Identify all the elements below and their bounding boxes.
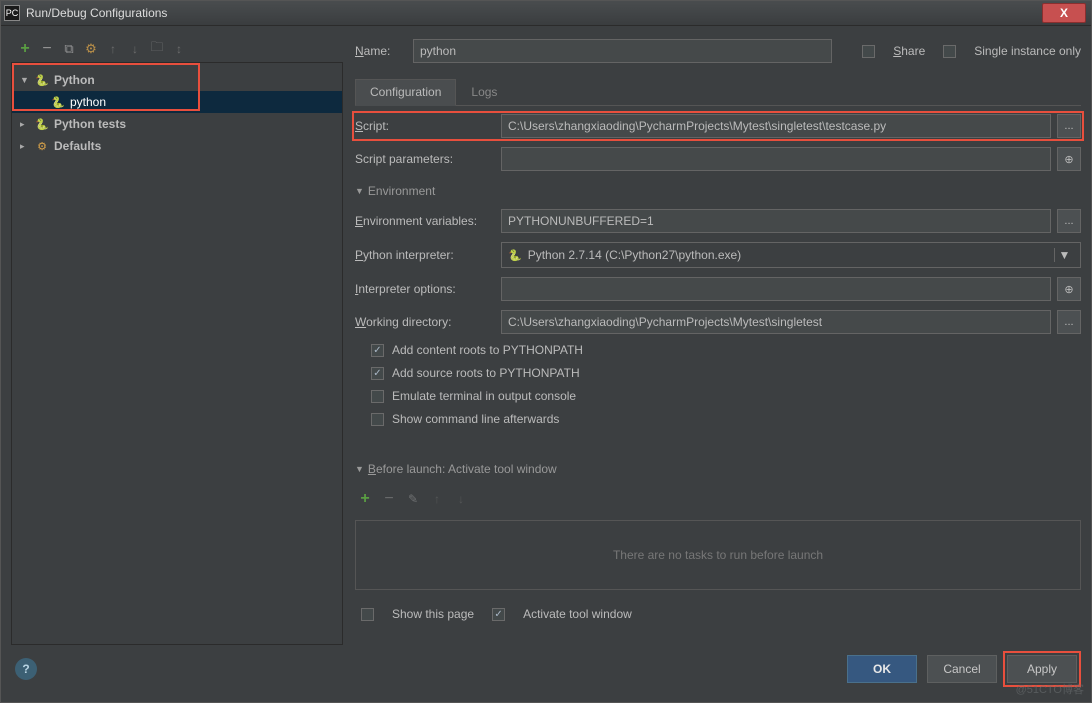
single-instance-checkbox[interactable] [943,45,956,58]
expand-button[interactable]: ⊕ [1057,147,1081,171]
expand-icon[interactable]: ▸ [20,141,30,152]
empty-tasks-text: There are no tasks to run before launch [613,548,823,562]
collapse-icon: ▼ [355,186,364,196]
gear-icon: ⚙ [34,140,50,153]
config-tree[interactable]: ▼ 🐍 Python 🐍 python ▸ 🐍 Python tests ▸ ⚙… [11,62,343,645]
interpreter-value: Python 2.7.14 (C:\Python27\python.exe) [528,248,741,262]
browse-button[interactable]: ... [1057,310,1081,334]
show-cmdline-checkbox[interactable] [371,413,384,426]
activate-tool-window-checkbox[interactable] [492,608,505,621]
add-icon[interactable]: + [17,41,33,57]
interpreter-dropdown[interactable]: 🐍 Python 2.7.14 (C:\Python27\python.exe)… [501,242,1081,268]
task-up-icon: ↑ [429,491,445,507]
expand-icon[interactable]: ▸ [20,119,30,130]
tree-label: Defaults [54,139,101,153]
expand-button[interactable]: ⊕ [1057,277,1081,301]
working-dir-input[interactable]: C:\Users\zhangxiaoding\PycharmProjects\M… [501,310,1051,334]
share-label: Share [893,44,925,58]
copy-icon[interactable]: ⧉ [61,41,77,57]
emulate-terminal-label: Emulate terminal in output console [392,389,576,403]
working-dir-label: Working directory: [355,315,495,329]
tab-bar: Configuration Logs [355,78,1081,106]
tab-configuration[interactable]: Configuration [355,79,456,106]
ok-button[interactable]: OK [847,655,917,683]
edit-task-icon: ✎ [405,491,421,507]
single-instance-label: Single instance only [974,44,1081,58]
interpreter-label: Python interpreter: [355,248,495,262]
before-launch-header[interactable]: ▼ Before launch: Activate tool window [355,458,1081,478]
remove-icon[interactable]: − [39,41,55,57]
move-up-icon[interactable]: ↑ [105,41,121,57]
remove-task-icon: − [381,491,397,507]
show-this-page-checkbox[interactable] [361,608,374,621]
emulate-terminal-checkbox[interactable] [371,390,384,403]
chevron-down-icon: ▼ [1054,248,1074,262]
config-toolbar: + − ⧉ ⚙ ↑ ↓ 🗀 ↕ [11,36,343,62]
python-icon: 🐍 [508,249,522,262]
settings-icon[interactable]: ⚙ [83,41,99,57]
source-roots-label: Add source roots to PYTHONPATH [392,366,580,380]
script-label: Script: [355,119,495,133]
tree-item-defaults[interactable]: ▸ ⚙ Defaults [12,135,342,157]
name-input[interactable] [413,39,832,63]
env-vars-label: Environment variables: [355,214,495,228]
script-params-label: Script parameters: [355,152,495,166]
before-launch-list[interactable]: There are no tasks to run before launch [355,520,1081,590]
name-label: Name: [355,44,403,58]
collapse-icon: ▼ [355,464,364,474]
activate-tool-window-label: Activate tool window [523,607,632,621]
environment-section-header[interactable]: ▼ Environment [355,180,1081,200]
help-button[interactable]: ? [15,658,37,680]
collapse-icon[interactable]: ↕ [171,41,187,57]
show-cmdline-label: Show command line afterwards [392,412,559,426]
script-params-input[interactable] [501,147,1051,171]
content-roots-checkbox[interactable] [371,344,384,357]
add-task-icon[interactable]: + [357,491,373,507]
env-vars-input[interactable]: PYTHONUNBUFFERED=1 [501,209,1051,233]
tree-item-python-tests[interactable]: ▸ 🐍 Python tests [12,113,342,135]
content-roots-label: Add content roots to PYTHONPATH [392,343,583,357]
move-down-icon[interactable]: ↓ [127,41,143,57]
tab-logs[interactable]: Logs [456,79,512,106]
source-roots-checkbox[interactable] [371,367,384,380]
browse-button[interactable]: ... [1057,209,1081,233]
share-checkbox[interactable] [862,45,875,58]
cancel-button[interactable]: Cancel [927,655,997,683]
script-input[interactable]: C:\Users\zhangxiaoding\PycharmProjects\M… [501,114,1051,138]
interpreter-options-label: Interpreter options: [355,282,495,296]
interpreter-options-input[interactable] [501,277,1051,301]
folder-icon[interactable]: 🗀 [149,41,165,57]
browse-button[interactable]: ... [1057,114,1081,138]
apply-button[interactable]: Apply [1007,655,1077,683]
task-down-icon: ↓ [453,491,469,507]
python-icon: 🐍 [34,118,50,131]
show-this-page-label: Show this page [392,607,474,621]
watermark: @51CTO博客 [1016,681,1084,697]
tree-label: Python tests [54,117,126,131]
